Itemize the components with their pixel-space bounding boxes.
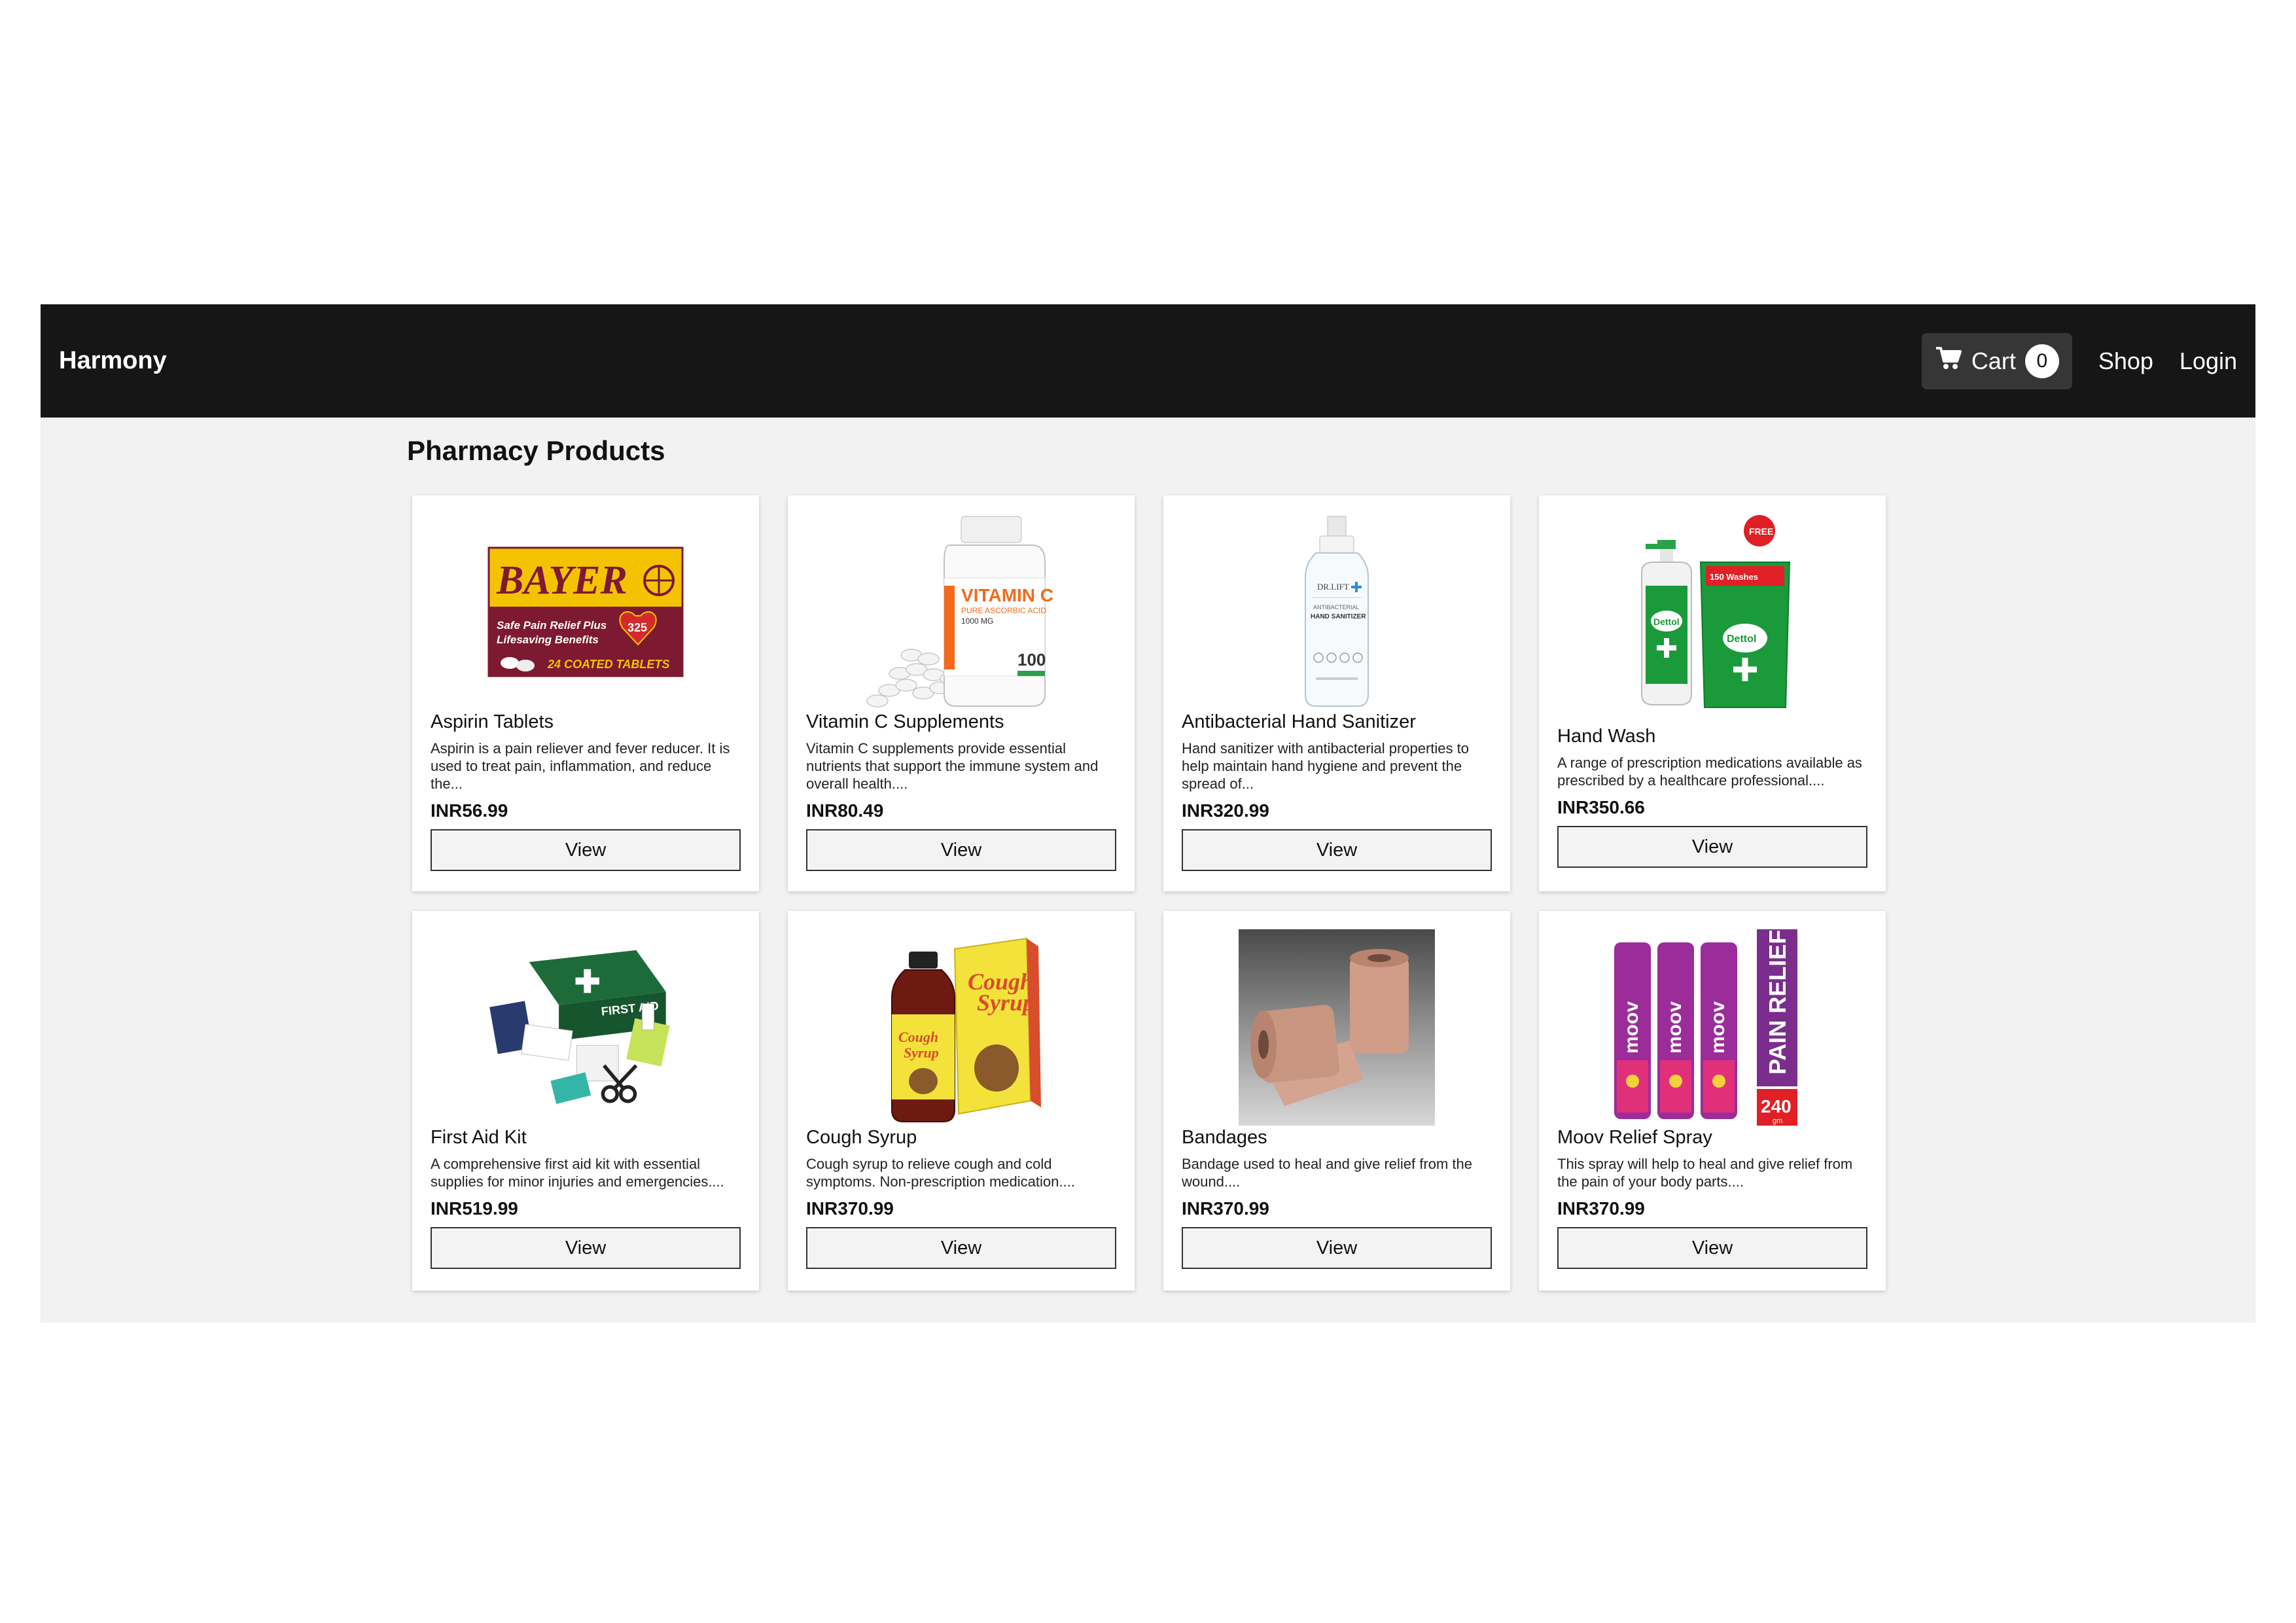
svg-text:DR.LIFT: DR.LIFT <box>1317 582 1349 592</box>
svg-text:VITAMIN C: VITAMIN C <box>961 585 1053 605</box>
product-card: moov moov moov PAIN RELIEF 240 gm Moov R… <box>1539 911 1886 1291</box>
app-root: Harmony Cart 0 Shop Login Pharmacy Produ… <box>41 304 2255 1323</box>
brand-logo[interactable]: Harmony <box>59 304 167 418</box>
svg-text:moov: moov <box>1621 1001 1642 1054</box>
cart-label: Cart <box>1971 347 2016 374</box>
product-description: A comprehensive first aid kit with essen… <box>431 1156 724 1190</box>
product-image: VITAMIN C PURE ASCORBIC ACID 1000 MG 100 <box>863 514 1059 710</box>
product-image <box>1239 929 1435 1126</box>
svg-text:240: 240 <box>1761 1096 1792 1116</box>
svg-text:325: 325 <box>627 621 647 634</box>
product-description: A range of prescription medications avai… <box>1557 755 1862 789</box>
svg-text:Cough: Cough <box>898 1029 938 1045</box>
product-info: Hand Wash A range of prescription medica… <box>1557 726 1867 868</box>
product-image: BAYER Safe Pain Relief Plus Lifesaving B… <box>487 514 684 710</box>
svg-text:moov: moov <box>1664 1001 1686 1054</box>
cart-button[interactable]: Cart 0 <box>1921 332 2072 389</box>
view-button[interactable]: View <box>431 1227 741 1269</box>
svg-text:gm: gm <box>1773 1117 1782 1125</box>
svg-text:Syrup: Syrup <box>977 990 1034 1016</box>
product-info: Cough Syrup Cough syrup to relieve cough… <box>806 1127 1116 1269</box>
product-price: INR320.99 <box>1182 800 1269 821</box>
product-price: INR370.99 <box>806 1198 894 1219</box>
product-info: Aspirin Tablets Aspirin is a pain reliev… <box>431 711 741 871</box>
product-name: Cough Syrup <box>806 1127 917 1148</box>
svg-text:24 COATED TABLETS: 24 COATED TABLETS <box>547 658 669 671</box>
product-card: FIRST AID First Aid Kit A comprehensive … <box>412 911 759 1291</box>
product-price: INR370.99 <box>1182 1198 1269 1219</box>
nav-link-login[interactable]: Login <box>2180 348 2237 375</box>
product-description: Aspirin is a pain reliever and fever red… <box>431 740 730 792</box>
svg-text:Lifesaving Benefits: Lifesaving Benefits <box>497 633 599 646</box>
product-info: Antibacterial Hand Sanitizer Hand saniti… <box>1182 711 1492 871</box>
view-button[interactable]: View <box>1557 1227 1867 1269</box>
product-price: INR56.99 <box>431 800 508 821</box>
product-name: Aspirin Tablets <box>431 711 554 732</box>
product-name: Bandages <box>1182 1127 1267 1148</box>
product-description: Bandage used to heal and give relief fro… <box>1182 1156 1472 1190</box>
svg-text:PAIN RELIEF: PAIN RELIEF <box>1764 930 1791 1075</box>
product-description: This spray will help to heal and give re… <box>1557 1156 1853 1190</box>
product-info: Moov Relief Spray This spray will help t… <box>1557 1127 1867 1269</box>
svg-text:Dettol: Dettol <box>1727 633 1756 645</box>
product-description: Cough syrup to relieve cough and cold sy… <box>806 1156 1075 1190</box>
cart-count-badge: 0 <box>2024 344 2059 378</box>
svg-text:ANTIBACTERIAL: ANTIBACTERIAL <box>1313 604 1360 611</box>
svg-text:1000 MG: 1000 MG <box>961 616 993 626</box>
product-image: Cough Syrup Cough Syrup <box>863 929 1059 1126</box>
svg-text:100: 100 <box>1017 650 1046 669</box>
svg-text:FREE: FREE <box>1749 526 1773 537</box>
shopping-cart-icon <box>1935 346 1962 376</box>
product-card: Bandages Bandage used to heal and give r… <box>1163 911 1510 1291</box>
product-image: DR.LIFT ANTIBACTERIAL HAND SANITIZER <box>1239 514 1435 710</box>
svg-text:Dettol: Dettol <box>1653 616 1680 627</box>
product-info: Bandages Bandage used to heal and give r… <box>1182 1127 1492 1269</box>
product-card: VITAMIN C PURE ASCORBIC ACID 1000 MG 100… <box>788 495 1135 891</box>
product-name: Hand Wash <box>1557 726 1656 747</box>
product-price: INR80.49 <box>806 800 884 821</box>
navbar: Harmony Cart 0 Shop Login <box>41 304 2255 418</box>
view-button[interactable]: View <box>806 829 1116 871</box>
view-button[interactable]: View <box>431 829 741 871</box>
product-grid: BAYER Safe Pain Relief Plus Lifesaving B… <box>412 495 1886 1291</box>
product-card: Cough Syrup Cough Syrup Cough Syrup Coug… <box>788 911 1135 1291</box>
product-name: Antibacterial Hand Sanitizer <box>1182 711 1416 732</box>
svg-text:Syrup: Syrup <box>904 1044 939 1061</box>
product-card: BAYER Safe Pain Relief Plus Lifesaving B… <box>412 495 759 891</box>
svg-text:BAYER: BAYER <box>496 558 627 603</box>
product-image: FIRST AID <box>487 929 684 1126</box>
product-info: Vitamin C Supplements Vitamin C suppleme… <box>806 711 1116 871</box>
product-description: Vitamin C supplements provide essential … <box>806 740 1099 792</box>
product-image: FREE Dettol 150 Washes Dettol <box>1614 514 1810 710</box>
product-price: INR370.99 <box>1557 1198 1645 1219</box>
nav-link-shop[interactable]: Shop <box>2098 348 2153 375</box>
page-title: Pharmacy Products <box>407 435 665 466</box>
product-name: First Aid Kit <box>431 1127 527 1148</box>
svg-text:150 Washes: 150 Washes <box>1710 572 1758 582</box>
svg-text:Safe Pain Relief Plus: Safe Pain Relief Plus <box>497 619 607 632</box>
svg-text:HAND SANITIZER: HAND SANITIZER <box>1311 613 1366 620</box>
nav-links: Cart 0 Shop Login <box>1921 304 2237 418</box>
product-card: FREE Dettol 150 Washes Dettol Hand Wash … <box>1539 495 1886 891</box>
view-button[interactable]: View <box>1182 1227 1492 1269</box>
product-price: INR519.99 <box>431 1198 518 1219</box>
product-name: Vitamin C Supplements <box>806 711 1004 732</box>
product-description: Hand sanitizer with antibacterial proper… <box>1182 740 1470 792</box>
view-button[interactable]: View <box>1182 829 1492 871</box>
svg-text:PURE ASCORBIC ACID: PURE ASCORBIC ACID <box>961 606 1046 615</box>
view-button[interactable]: View <box>1557 826 1867 868</box>
product-image: moov moov moov PAIN RELIEF 240 gm <box>1614 929 1810 1126</box>
product-info: First Aid Kit A comprehensive first aid … <box>431 1127 741 1269</box>
product-price: INR350.66 <box>1557 797 1645 817</box>
svg-text:moov: moov <box>1707 1001 1729 1054</box>
product-card: DR.LIFT ANTIBACTERIAL HAND SANITIZER Ant… <box>1163 495 1510 891</box>
product-name: Moov Relief Spray <box>1557 1127 1712 1148</box>
view-button[interactable]: View <box>806 1227 1116 1269</box>
